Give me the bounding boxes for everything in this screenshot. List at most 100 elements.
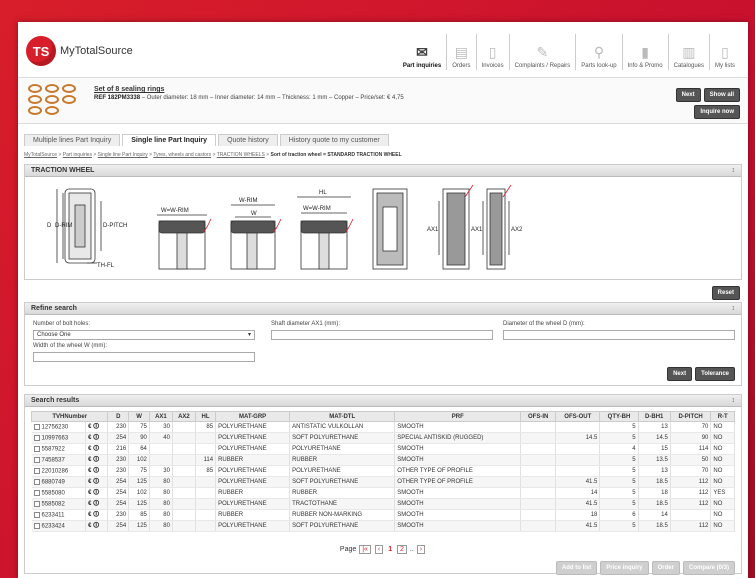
- row-icons[interactable]: € 🛈: [85, 454, 109, 466]
- nav-item-6[interactable]: ▥ Catalogues: [667, 34, 709, 70]
- tab-3[interactable]: History quote to my customer: [279, 134, 389, 146]
- table-row[interactable]: 5585082 € 🛈 254 125 80 POLYURETHANE TRACTOTHAN…: [31, 498, 735, 510]
- breadcrumb-link[interactable]: Part inquiries: [63, 152, 92, 158]
- breadcrumb-link[interactable]: Tyres, wheels and castors: [153, 152, 211, 158]
- nav-item-2[interactable]: ▯ Invoices: [475, 34, 509, 70]
- page-ellipsis: ..: [409, 546, 414, 553]
- action-button-0[interactable]: Add to list: [555, 561, 598, 575]
- row-checkbox[interactable]: [33, 445, 40, 452]
- wheel-diameter-input[interactable]: [503, 330, 735, 340]
- column-header[interactable]: PRF: [394, 411, 522, 422]
- traction-wheel-header[interactable]: TRACTION WHEEL ↕: [25, 165, 741, 177]
- tab-2[interactable]: Quote history: [218, 134, 278, 146]
- logo[interactable]: TS MyTotalSource: [26, 36, 133, 66]
- refine-search-header[interactable]: Refine search ↕: [25, 303, 741, 315]
- tvh-number[interactable]: 6233424: [42, 523, 65, 529]
- table-row[interactable]: 5585080 € 🛈 254 102 80 RUBBER RUBBER SMOOTH 14 5 1…: [31, 487, 735, 499]
- collapse-icon[interactable]: ↕: [732, 397, 736, 404]
- show-all-button[interactable]: Show all: [703, 88, 740, 102]
- row-icons[interactable]: € 🛈: [85, 476, 109, 488]
- next-page-button[interactable]: ›: [416, 545, 426, 554]
- row-checkbox[interactable]: [33, 489, 40, 496]
- column-header[interactable]: QTY-BH: [599, 411, 639, 422]
- wheel-width-input[interactable]: [33, 352, 255, 362]
- row-icons[interactable]: € 🛈: [85, 421, 109, 433]
- column-header[interactable]: D-PITCH: [669, 411, 712, 422]
- row-icons[interactable]: € 🛈: [85, 520, 109, 532]
- row-icons[interactable]: € 🛈: [85, 487, 109, 499]
- column-header[interactable]: HL: [194, 411, 217, 422]
- column-header[interactable]: AX1: [148, 411, 173, 422]
- column-header[interactable]: W: [128, 411, 150, 422]
- column-header[interactable]: MAT-DTL: [289, 411, 396, 422]
- tvh-number[interactable]: 10997663: [42, 435, 69, 441]
- nav-item-1[interactable]: ▤ Orders: [446, 34, 475, 70]
- search-results-header[interactable]: Search results ↕: [25, 395, 741, 407]
- row-checkbox[interactable]: [33, 434, 40, 441]
- row-icons[interactable]: € 🛈: [85, 509, 109, 521]
- tvh-number[interactable]: 6233411: [42, 512, 65, 518]
- breadcrumb-link[interactable]: Single line Part Inquiry: [98, 152, 148, 158]
- nav-item-3[interactable]: ✎ Complaints / Repairs: [508, 34, 576, 70]
- refine-next-button[interactable]: Next: [667, 367, 693, 381]
- first-page-button[interactable]: |«: [359, 545, 371, 554]
- nav-item-5[interactable]: ▮ Info & Promo: [621, 34, 668, 70]
- row-icons[interactable]: € 🛈: [85, 443, 109, 455]
- prev-page-button[interactable]: ‹: [374, 545, 384, 554]
- shaft-diameter-input[interactable]: [271, 330, 493, 340]
- tvh-number[interactable]: 5585082: [42, 501, 65, 507]
- breadcrumb-link[interactable]: TRACTION WHEELS: [217, 152, 265, 158]
- tvh-number[interactable]: 7458537: [42, 457, 65, 463]
- row-icons[interactable]: € 🛈: [85, 432, 109, 444]
- table-row[interactable]: 10997663 € 🛈 254 90 40 POLYURETHANE SOFT POLYU…: [31, 432, 735, 444]
- tvh-number[interactable]: 22010286: [42, 468, 69, 474]
- row-checkbox[interactable]: [33, 511, 40, 518]
- tab-1[interactable]: Single line Part Inquiry: [122, 134, 217, 146]
- row-icons[interactable]: € 🛈: [85, 498, 109, 510]
- product-title-link[interactable]: Set of 8 sealing rings: [94, 86, 164, 93]
- row-checkbox[interactable]: [33, 456, 40, 463]
- row-checkbox[interactable]: [33, 478, 40, 485]
- action-button-1[interactable]: Price inquiry: [600, 561, 649, 575]
- column-header[interactable]: D: [107, 411, 130, 422]
- next-product-button[interactable]: Next: [675, 88, 701, 102]
- column-header[interactable]: MAT-GRP: [215, 411, 291, 422]
- column-header[interactable]: AX2: [171, 411, 196, 422]
- column-header[interactable]: OFS-OUT: [555, 411, 601, 422]
- tvh-number[interactable]: 5585080: [42, 490, 65, 496]
- page-2-link[interactable]: 2: [397, 545, 407, 554]
- tab-0[interactable]: Multiple lines Part Inquiry: [24, 134, 121, 146]
- tvh-number[interactable]: 12756230: [42, 424, 69, 430]
- breadcrumb-link[interactable]: MyTotalSource: [24, 152, 57, 158]
- table-row[interactable]: 6233424 € 🛈 254 125 80 POLYURETHANE SOFT POLYU…: [31, 520, 735, 532]
- reset-button[interactable]: Reset: [711, 286, 740, 300]
- inquire-now-button[interactable]: Inquire now: [694, 105, 740, 119]
- collapse-icon[interactable]: ↕: [732, 305, 736, 312]
- table-row[interactable]: 22010286 € 🛈 230 75 30 85 POLYURETHANE POLYURET…: [31, 465, 735, 477]
- page-1-link[interactable]: 1: [388, 546, 392, 553]
- nav-item-0[interactable]: ✉ Part inquiries: [398, 34, 446, 70]
- column-header[interactable]: TVHNumber: [30, 411, 109, 422]
- column-header[interactable]: D-BH1: [637, 411, 671, 422]
- table-row[interactable]: 6233411 € 🛈 230 85 80 RUBBER RUBBER NON-MARKIN…: [31, 509, 735, 521]
- column-header[interactable]: R-T: [710, 411, 735, 422]
- table-row[interactable]: 6880749 € 🛈 254 125 80 POLYURETHANE SOFT POLYU…: [31, 476, 735, 488]
- tvh-number[interactable]: 5587922: [42, 446, 65, 452]
- action-button-3[interactable]: Compare (0/3): [682, 561, 735, 575]
- tvh-number[interactable]: 6880749: [42, 479, 65, 485]
- nav-item-7[interactable]: ▯ My lists: [709, 34, 740, 70]
- action-button-2[interactable]: Order: [651, 561, 680, 575]
- bolt-holes-select[interactable]: Choose One ▾: [33, 330, 255, 340]
- row-checkbox[interactable]: [33, 423, 40, 430]
- collapse-icon[interactable]: ↕: [732, 167, 736, 174]
- table-row[interactable]: 12756230 € 🛈 230 75 30 85 POLYURETHANE ANTISTAT…: [31, 421, 735, 433]
- tolerance-button[interactable]: Tolerance: [695, 367, 735, 381]
- column-header[interactable]: OFS-IN: [520, 411, 557, 422]
- table-row[interactable]: 5587922 € 🛈 216 64 POLYURETHANE POLYURETHANE S…: [31, 443, 735, 455]
- row-icons[interactable]: € 🛈: [85, 465, 109, 477]
- table-row[interactable]: 7458537 € 🛈 230 102 114 RUBBER RUBBER SMOOTH 5 13…: [31, 454, 735, 466]
- row-checkbox[interactable]: [33, 467, 40, 474]
- row-checkbox[interactable]: [33, 500, 40, 507]
- nav-item-4[interactable]: ⚲ Parts look-up: [575, 34, 621, 70]
- row-checkbox[interactable]: [33, 522, 40, 529]
